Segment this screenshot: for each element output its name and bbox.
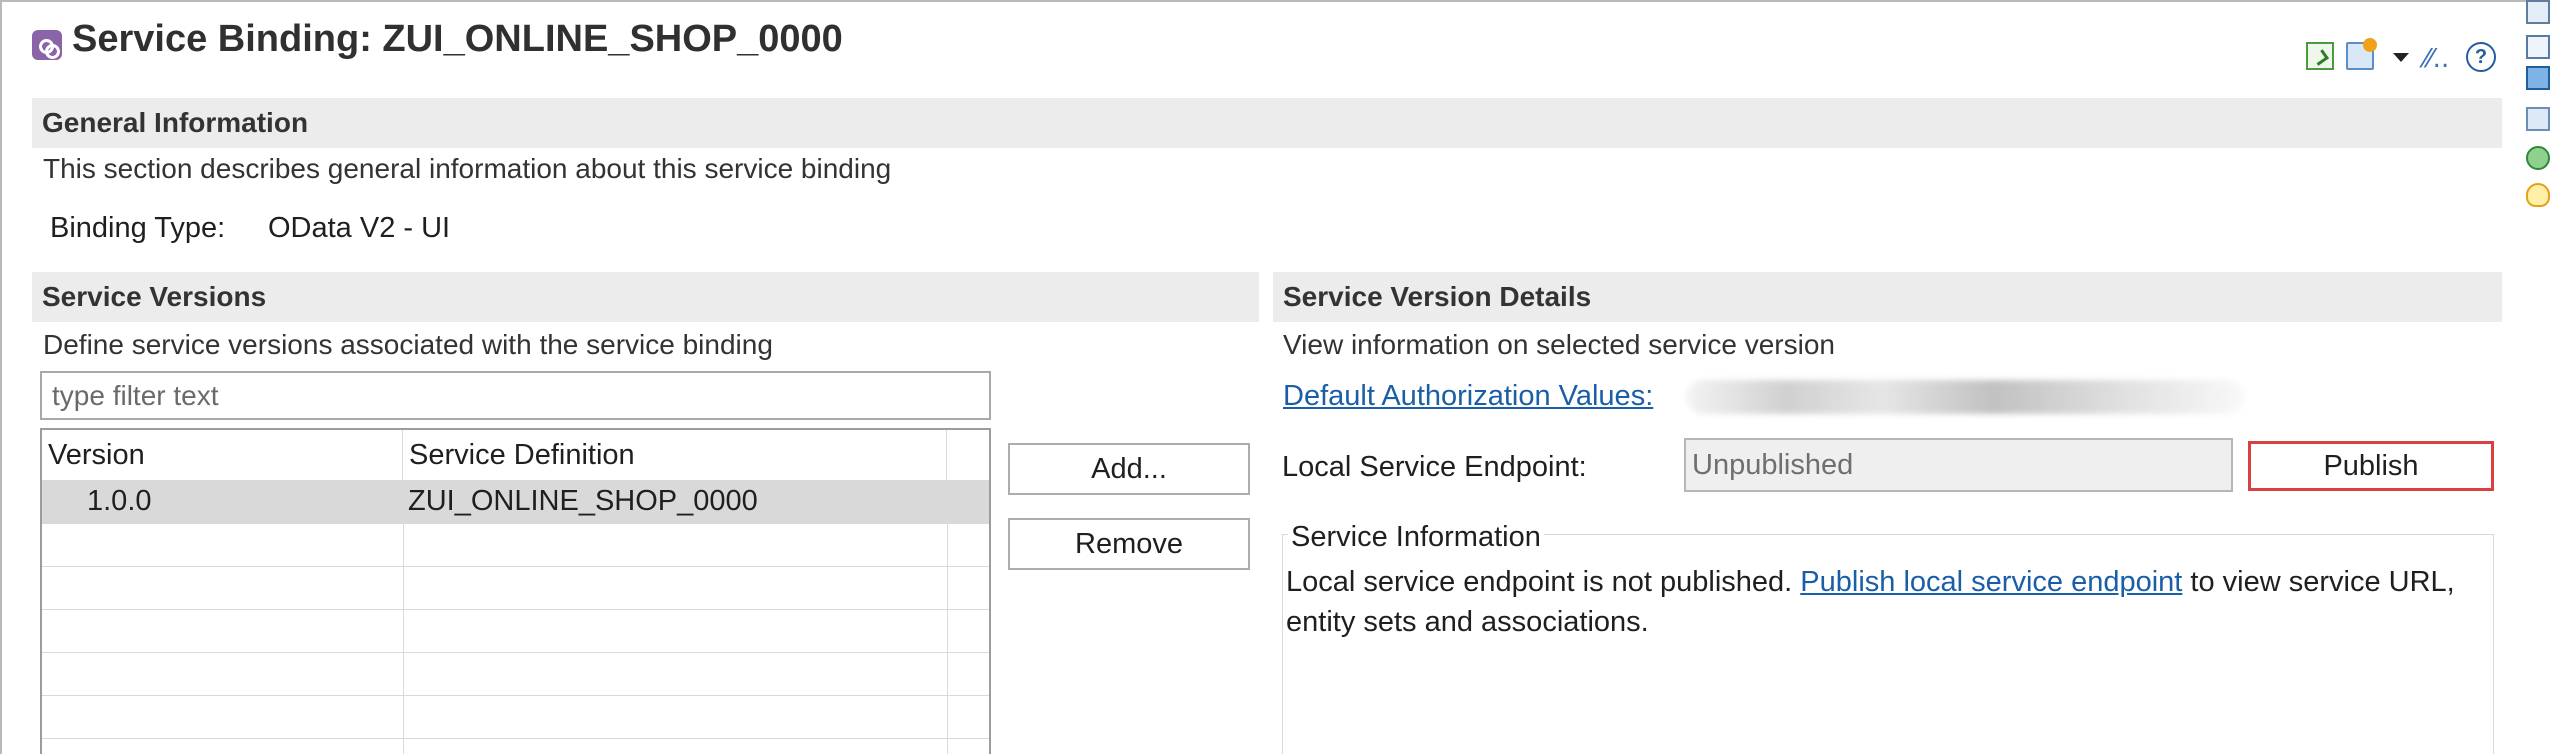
table-row-divider bbox=[42, 609, 989, 610]
activate-doc-icon[interactable] bbox=[2306, 42, 2334, 70]
service-information-text: Local service endpoint is not published.… bbox=[1286, 562, 2496, 642]
service-versions-description: Define service versions associated with … bbox=[43, 329, 773, 360]
binding-type-value: OData V2 - UI bbox=[268, 212, 451, 244]
transport-icon[interactable] bbox=[2526, 107, 2550, 131]
authorization-values-redacted bbox=[1686, 380, 2244, 414]
page-title: Service Binding: ZUI_ONLINE_SHOP_0000 bbox=[72, 18, 843, 60]
local-endpoint-label: Local Service Endpoint: bbox=[1282, 451, 1587, 483]
column-header-version[interactable]: Version bbox=[42, 430, 403, 480]
service-information-text-1: Local service endpoint is not published. bbox=[1286, 566, 1801, 598]
general-information-heading: General Information bbox=[32, 98, 2502, 148]
dropdown-arrow-icon[interactable] bbox=[2393, 53, 2409, 62]
properties-icon[interactable] bbox=[2526, 35, 2550, 59]
outline-icon[interactable] bbox=[2526, 0, 2550, 24]
version-cell[interactable]: 1.0.0 bbox=[87, 480, 152, 523]
table-row-divider bbox=[42, 695, 989, 696]
column-header-empty bbox=[947, 430, 989, 480]
service-versions-table: Version Service Definition 1.0.0 ZUI_ONL… bbox=[40, 428, 991, 754]
lightbulb-icon[interactable] bbox=[2526, 183, 2550, 207]
local-endpoint-field[interactable] bbox=[1684, 438, 2233, 492]
table-column-divider bbox=[403, 480, 404, 754]
table-row-divider bbox=[42, 652, 989, 653]
service-versions-heading: Service Versions bbox=[32, 272, 1259, 322]
publish-button[interactable]: Publish bbox=[2248, 441, 2494, 491]
help-icon[interactable]: ? bbox=[2466, 42, 2496, 72]
link-icon[interactable]: ⁄⁄.. bbox=[2424, 45, 2452, 73]
table-row-divider bbox=[42, 566, 989, 567]
filter-input[interactable] bbox=[40, 371, 991, 420]
column-header-service-definition[interactable]: Service Definition bbox=[403, 430, 947, 480]
bug-icon[interactable] bbox=[2526, 146, 2550, 170]
service-version-details-heading: Service Version Details bbox=[1273, 272, 2502, 322]
binding-type-label: Binding Type: bbox=[50, 212, 226, 244]
book-icon[interactable] bbox=[2526, 66, 2550, 90]
publish-local-service-endpoint-link[interactable]: Publish local service endpoint bbox=[1800, 566, 2182, 598]
add-version-button[interactable]: Add... bbox=[1008, 443, 1250, 495]
default-authorization-link[interactable]: Default Authorization Values: bbox=[1283, 380, 1653, 413]
remove-version-button[interactable]: Remove bbox=[1008, 518, 1250, 570]
table-row-divider bbox=[42, 738, 989, 739]
service-version-details-description: View information on selected service ver… bbox=[1283, 329, 1835, 360]
service-information-title: Service Information bbox=[1288, 521, 1544, 554]
service-definition-cell[interactable]: ZUI_ONLINE_SHOP_0000 bbox=[408, 480, 758, 523]
open-folder-icon[interactable] bbox=[2346, 38, 2377, 70]
table-column-divider bbox=[947, 480, 948, 754]
table-row-divider bbox=[42, 523, 989, 524]
service-binding-icon bbox=[32, 30, 62, 60]
general-information-description: This section describes general informati… bbox=[43, 153, 892, 184]
